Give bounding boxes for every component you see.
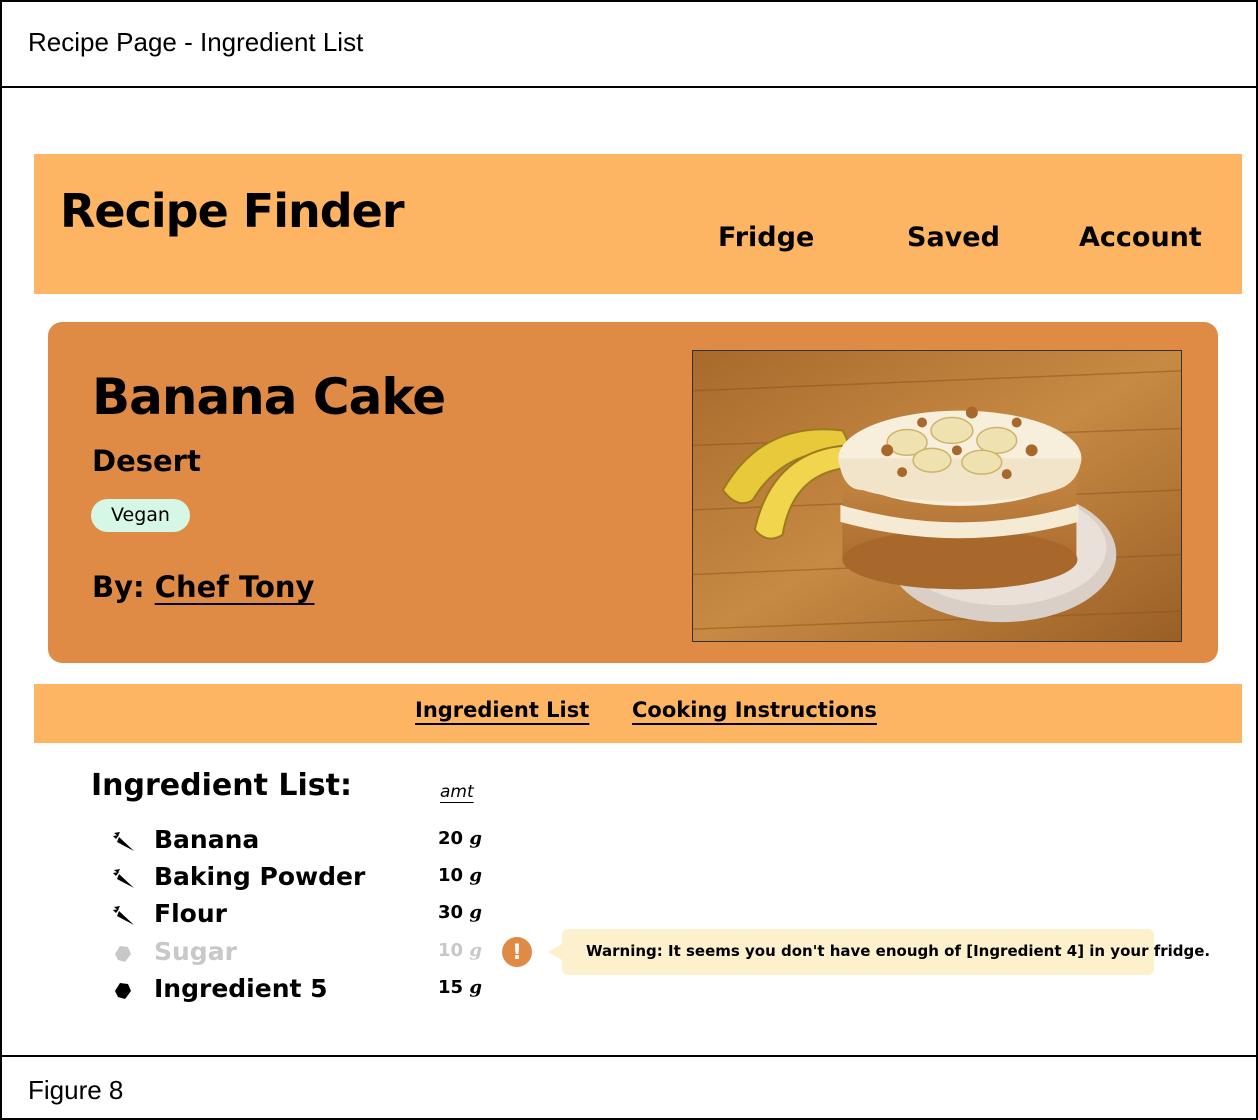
nav-saved[interactable]: Saved <box>907 222 1000 253</box>
ingredient-row: Baking Powder 10 g <box>110 862 510 894</box>
recipe-hero-card: Banana Cake Desert Vegan By: Chef Tony <box>48 322 1218 663</box>
carrot-icon <box>113 832 134 851</box>
figure-frame: Recipe Page - Ingredient List Recipe Fin… <box>0 0 1258 1120</box>
figure-caption-bar: Figure 8 <box>2 1055 1258 1120</box>
ingredient-amount: 15 g <box>438 977 482 998</box>
figure-title-bar: Recipe Page - Ingredient List <box>2 2 1258 88</box>
ingredient-row: Banana 20 g <box>110 825 510 857</box>
figure-title: Recipe Page - Ingredient List <box>28 27 364 57</box>
carrot-icon <box>113 906 134 925</box>
ingredient-name: Sugar <box>154 937 237 966</box>
recipe-tabbar: Ingredient List Cooking Instructions <box>34 684 1242 743</box>
carrot-icon <box>113 869 134 888</box>
ingredient-row: Ingredient 5 15 g <box>110 974 510 1006</box>
amount-column-header: amt <box>440 782 474 802</box>
vegan-tag: Vegan <box>91 499 190 532</box>
ingredient-name: Baking Powder <box>154 862 366 891</box>
warning-tooltip: Warning: It seems you don't have enough … <box>548 929 1210 975</box>
ingredient-name: Ingredient 5 <box>154 974 328 1003</box>
recipe-byline: By: Chef Tony <box>92 570 314 604</box>
tab-ingredient-list[interactable]: Ingredient List <box>415 698 589 722</box>
recipe-category: Desert <box>92 444 201 478</box>
recipe-photo <box>692 350 1182 642</box>
warning-text: Warning: It seems you don't have enough … <box>586 942 1211 960</box>
recipe-title: Banana Cake <box>92 368 446 426</box>
figure-caption: Figure 8 <box>28 1075 124 1105</box>
banana-cake-image <box>693 351 1181 641</box>
nav-fridge[interactable]: Fridge <box>718 222 814 253</box>
ingredient-amount: 20 g <box>438 828 482 849</box>
byline-prefix: By: <box>92 570 155 604</box>
ingredient-name: Banana <box>154 825 260 854</box>
brand-logo[interactable]: Recipe Finder <box>60 184 405 238</box>
exclamation-icon[interactable]: ! <box>502 937 532 967</box>
author-link[interactable]: Chef Tony <box>155 570 315 604</box>
ingredient-amount: 10 g <box>438 940 482 961</box>
ingredient-amount: 10 g <box>438 865 482 886</box>
ingredient-row-unavailable: Sugar 10 g <box>110 937 510 969</box>
tab-cooking-instructions[interactable]: Cooking Instructions <box>632 698 877 722</box>
ingredient-row: Flour 30 g <box>110 899 510 931</box>
ingredient-icon <box>115 983 131 999</box>
nav-account[interactable]: Account <box>1079 222 1202 253</box>
top-navbar: Recipe Finder Fridge Saved Account <box>34 154 1242 294</box>
ingredient-list-heading: Ingredient List: <box>91 768 352 803</box>
ingredient-amount: 30 g <box>438 902 482 923</box>
ingredient-icon <box>115 946 131 962</box>
ingredient-name: Flour <box>154 899 227 928</box>
